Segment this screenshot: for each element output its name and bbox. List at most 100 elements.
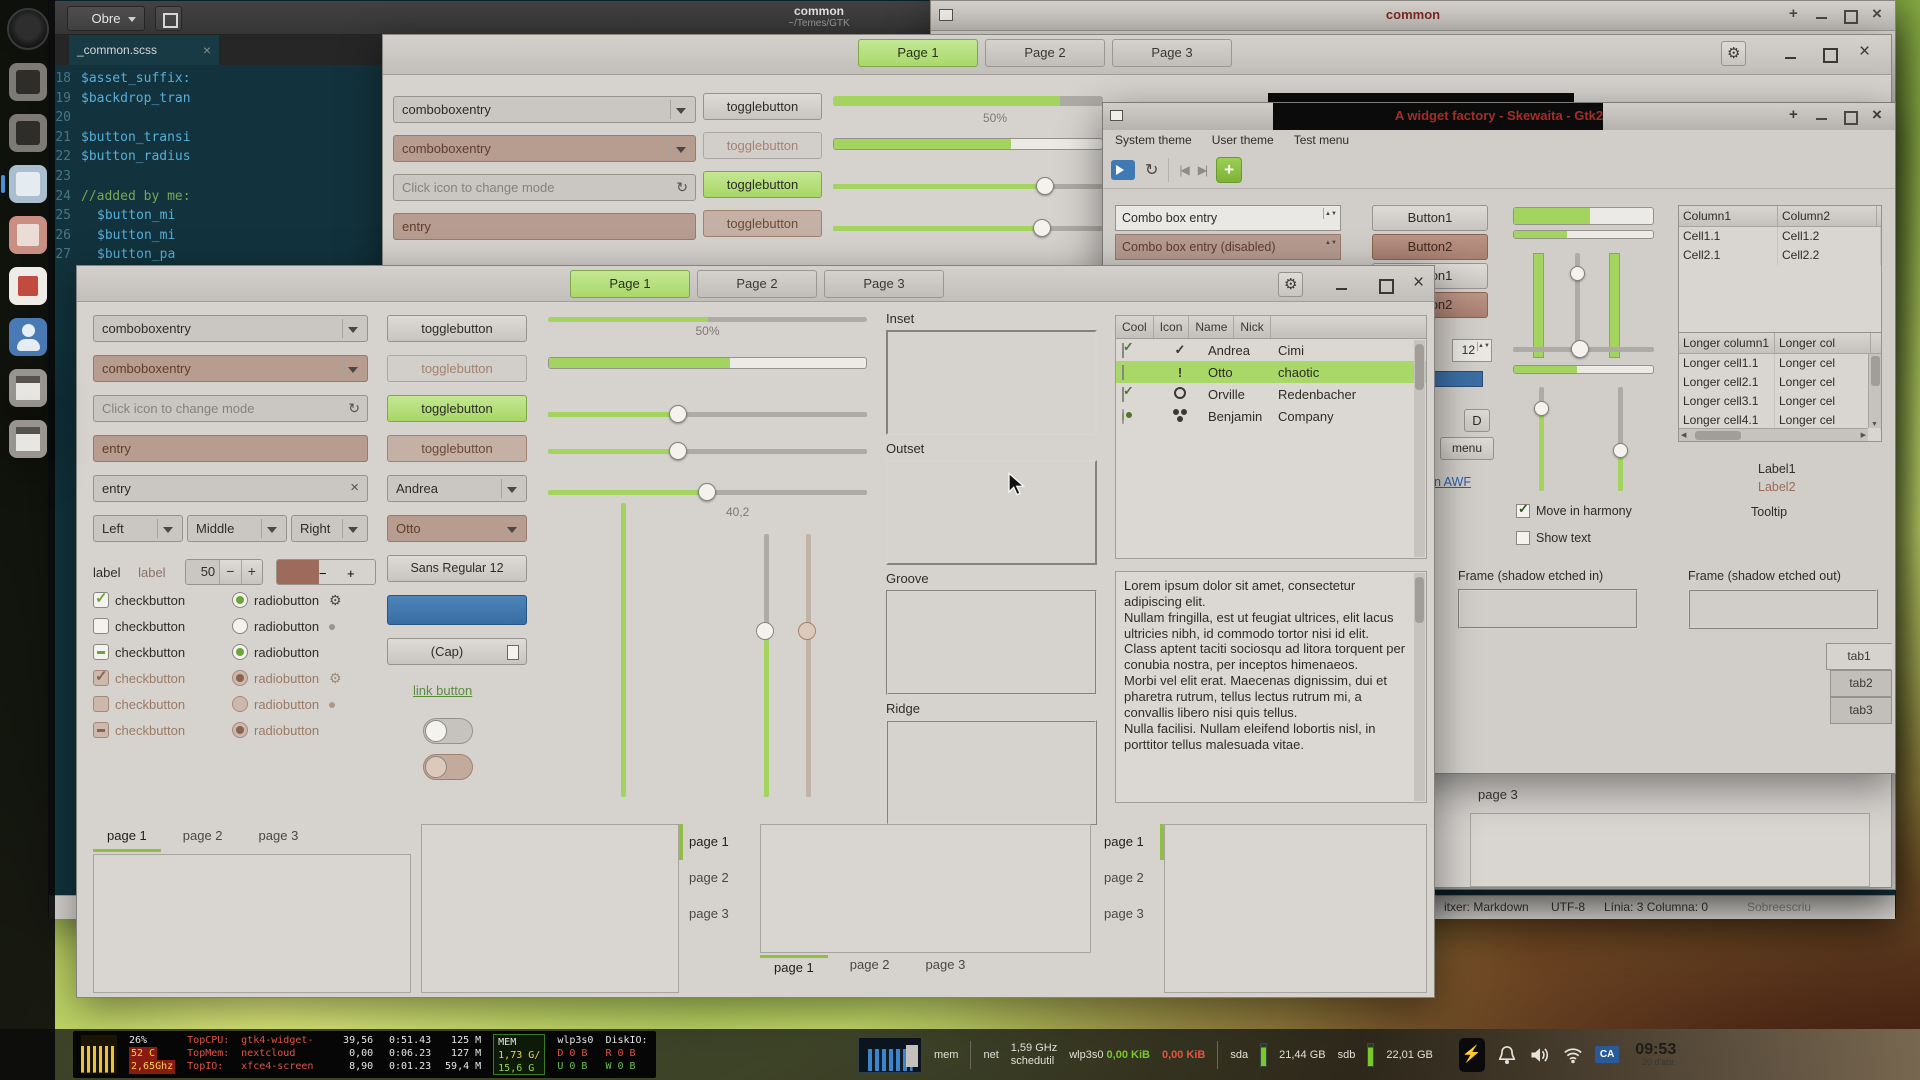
notebook-tab[interactable]: page 1 xyxy=(679,824,748,860)
togglebutton[interactable]: togglebutton xyxy=(387,395,527,422)
notebook-tab[interactable]: page 2 xyxy=(679,860,748,896)
color-button[interactable] xyxy=(387,595,527,625)
cool-cell[interactable] xyxy=(1116,343,1158,358)
dock-icon[interactable] xyxy=(9,420,47,458)
net-plugin-label[interactable]: net xyxy=(983,1049,998,1061)
column-header[interactable]: Column1 xyxy=(1679,206,1778,226)
entry-field[interactable]: comboboxentry xyxy=(393,135,696,162)
dock-icon[interactable] xyxy=(9,63,47,101)
notebook-tab[interactable]: page 3 xyxy=(912,955,980,985)
entry-field[interactable]: comboboxentry xyxy=(93,355,368,382)
cool-cell[interactable] xyxy=(1116,387,1158,402)
keyboard-layout-badge[interactable]: CA xyxy=(1595,1046,1619,1063)
right-combo[interactable]: Right xyxy=(291,515,368,542)
notebook-tab[interactable]: page 2 xyxy=(169,824,237,852)
close-button[interactable] xyxy=(1853,41,1878,66)
scale-slider[interactable] xyxy=(548,442,867,460)
clock[interactable]: 09:53 20 d'abr. xyxy=(1635,1041,1676,1068)
page-tab[interactable]: Page 2 xyxy=(985,39,1105,67)
add-button[interactable]: + xyxy=(1216,157,1242,183)
button[interactable]: Button1 xyxy=(1372,205,1488,231)
scale-handle[interactable] xyxy=(1570,266,1585,281)
refresh-icon[interactable]: ↻ xyxy=(1145,160,1158,180)
common-titlebar[interactable]: common xyxy=(931,1,1895,31)
togglebutton[interactable]: togglebutton xyxy=(703,210,822,237)
column-header[interactable]: Longer col xyxy=(1775,333,1871,353)
togglebutton[interactable]: togglebutton xyxy=(703,171,822,198)
togglebutton[interactable]: togglebutton xyxy=(703,93,822,120)
dock-icon[interactable] xyxy=(9,318,47,356)
table-row[interactable]: Longer cell1.1 Longer cel xyxy=(1679,354,1881,373)
notebook-tab[interactable]: page 2 xyxy=(1100,860,1164,896)
menu-item[interactable]: User theme xyxy=(1204,130,1282,152)
checkbutton[interactable]: checkbutton xyxy=(93,645,185,660)
tree-row[interactable]: Benjamin Company xyxy=(1116,405,1426,427)
dock-icon[interactable] xyxy=(9,267,47,305)
volume-icon[interactable] xyxy=(1529,1045,1551,1065)
minimize-button[interactable] xyxy=(1813,6,1831,24)
show-text-checkbox[interactable]: Show text xyxy=(1516,531,1591,545)
network-wifi-icon[interactable] xyxy=(1563,1045,1583,1065)
vertical-scrollbar[interactable] xyxy=(1868,354,1881,428)
notebook-tab[interactable]: tab3 xyxy=(1830,697,1892,724)
middle-combo[interactable]: Middle xyxy=(187,515,287,542)
dock-icon[interactable] xyxy=(7,8,49,50)
radiobutton[interactable]: radiobutton xyxy=(232,722,319,738)
column-header[interactable]: Longer column1 xyxy=(1679,333,1775,353)
scale-slider[interactable] xyxy=(548,405,867,423)
entry-field[interactable]: entry xyxy=(93,435,368,462)
page-tab[interactable]: Page 3 xyxy=(1112,39,1232,67)
checkbutton[interactable]: checkbutton xyxy=(93,593,185,608)
notebook-tab[interactable]: page 3 xyxy=(245,824,313,852)
notebook-tab[interactable]: page 3 xyxy=(679,896,748,932)
notebook-tab[interactable]: page 2 xyxy=(836,955,904,985)
vertical-scrollbar[interactable] xyxy=(1414,340,1425,557)
radiobutton[interactable]: radiobutton xyxy=(232,644,319,660)
checkbutton[interactable]: checkbutton xyxy=(93,723,185,738)
go-last-icon[interactable]: ▶| xyxy=(1198,163,1206,177)
maximize-button[interactable] xyxy=(1372,272,1397,297)
back-notebook-tab-label[interactable]: page 3 xyxy=(1478,787,1518,802)
entry-field[interactable]: comboboxentry xyxy=(393,96,696,123)
table-row[interactable]: Cell2.1 Cell2.2 xyxy=(1679,246,1881,265)
entry-field[interactable]: Click icon to change mode xyxy=(93,395,368,422)
minimize-button[interactable] xyxy=(1329,272,1354,297)
maximize-button[interactable] xyxy=(1816,41,1841,66)
radiobutton[interactable]: radiobutton xyxy=(232,696,319,712)
toggle-switch[interactable] xyxy=(423,718,473,744)
combo-box-entry[interactable]: Combo box entry xyxy=(1115,205,1341,231)
page-tab[interactable]: Page 1 xyxy=(858,39,978,67)
table-row[interactable]: Cell1.1 Cell1.2 xyxy=(1679,227,1881,246)
power-manager-icon[interactable] xyxy=(1459,1038,1485,1072)
vertical-scrollbar[interactable] xyxy=(1414,573,1425,801)
name-combo[interactable]: Andrea xyxy=(387,475,527,502)
tree-row[interactable]: Andrea Cimi xyxy=(1116,339,1426,361)
notebook-tab[interactable]: tab1 xyxy=(1826,643,1892,670)
cpu-history-graph[interactable] xyxy=(858,1037,922,1073)
file-chooser-button[interactable]: (Cap) xyxy=(387,638,527,665)
togglebutton[interactable]: togglebutton xyxy=(703,132,822,159)
treeview-longer-cells[interactable]: Longer column1Longer col Longer cell1.1 … xyxy=(1678,332,1882,442)
move-in-harmony-checkbox[interactable]: Move in harmony xyxy=(1516,504,1632,518)
column-header[interactable]: Nick xyxy=(1234,316,1270,338)
togglebutton[interactable]: togglebutton xyxy=(387,355,527,382)
radiobutton[interactable]: radiobutton xyxy=(232,618,319,634)
scale-handle[interactable] xyxy=(1613,443,1628,458)
wifi-traffic[interactable]: wlp3s0 0,00 KiB xyxy=(1069,1049,1150,1061)
font-button[interactable]: Sans Regular 12 xyxy=(387,555,527,582)
scale-slider[interactable] xyxy=(1513,340,1654,358)
gtk2-titlebar[interactable]: A widget factory - Skewaita - Gtk2 xyxy=(1103,103,1895,130)
close-button[interactable] xyxy=(1869,6,1887,24)
notebook-tab[interactable]: page 1 xyxy=(760,955,828,985)
menu-item[interactable]: Test menu xyxy=(1286,130,1357,152)
editor-tab[interactable]: _common.scss × xyxy=(69,35,219,65)
treeview-cells[interactable]: Column1Column2 Cell1.1 Cell1.2 Cell2.1 C… xyxy=(1678,205,1882,345)
checkbutton[interactable]: checkbutton xyxy=(93,671,185,686)
tree-row[interactable]: Otto chaotic xyxy=(1116,361,1426,383)
go-first-icon[interactable]: |◀ xyxy=(1179,163,1187,177)
column-header[interactable]: Cool xyxy=(1116,316,1154,338)
menu-item[interactable]: System theme xyxy=(1107,130,1200,152)
color-spinbutton[interactable]: − + xyxy=(276,559,376,585)
d-button[interactable]: D xyxy=(1464,409,1490,432)
tab-close-icon[interactable]: × xyxy=(203,35,211,65)
